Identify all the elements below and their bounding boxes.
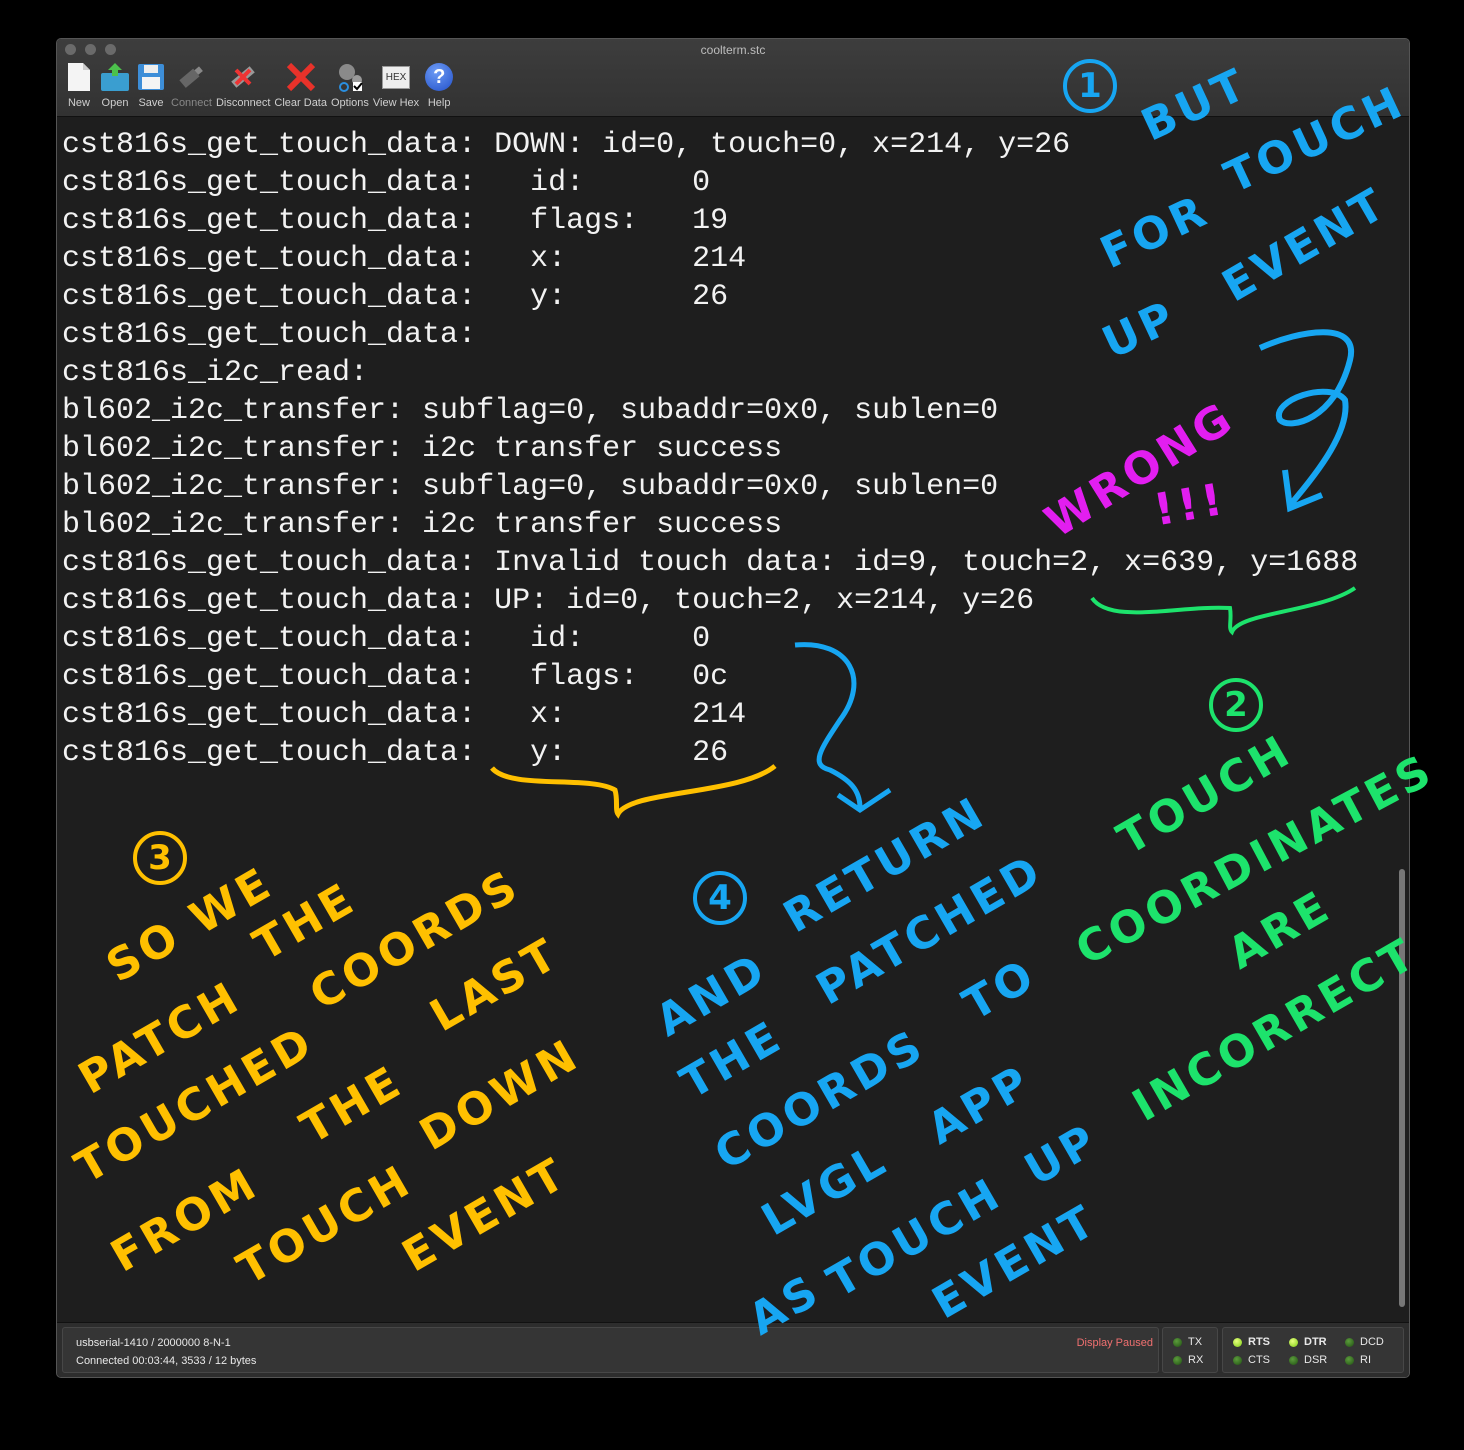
red-x-icon [286,61,316,93]
disconnect-button[interactable]: Disconnect [216,61,270,109]
new-file-icon [64,61,94,93]
dsr-led: DSR [1289,1354,1327,1366]
status-bar: usbserial-1410 / 2000000 8-N-1 Connected… [57,1322,1409,1377]
save-label: Save [138,97,164,109]
usb-plug-icon [176,61,206,93]
dcd-led: DCD [1345,1336,1384,1348]
options-label: Options [330,97,369,109]
terminal-line: cst816s_get_touch_data: x: 214 [62,698,747,732]
port-settings: usbserial-1410 / 2000000 8-N-1 [76,1337,231,1349]
open-label: Open [101,97,129,109]
ri-led: RI [1345,1354,1371,1366]
window-title: coolterm.stc [700,43,766,57]
vertical-scrollbar[interactable] [1395,117,1409,1321]
connect-button[interactable]: Connect [171,61,212,109]
terminal-line: cst816s_i2c_read: [62,356,369,390]
annotation-step-number: 1 [1063,59,1117,113]
clear-data-label: Clear Data [274,97,327,109]
terminal-line: cst816s_get_touch_data: id: 0 [62,622,711,656]
display-paused-indicator[interactable]: Display Paused [1077,1337,1153,1349]
help-button[interactable]: ? Help [423,61,455,109]
terminal-line: cst816s_get_touch_data: id: 0 [62,166,711,200]
gears-icon [335,61,365,93]
open-folder-icon [100,61,130,93]
rts-led[interactable]: RTS [1233,1336,1270,1348]
terminal-line: cst816s_get_touch_data: y: 26 [62,736,729,770]
help-icon: ? [424,61,454,93]
help-label: Help [427,97,451,109]
dtr-led[interactable]: DTR [1289,1336,1327,1348]
cts-led: CTS [1233,1354,1270,1366]
connect-label: Connect [171,97,212,109]
rx-led: RX [1173,1354,1203,1366]
terminal-line: cst816s_get_touch_data: flags: 0c [62,660,729,694]
view-hex-button[interactable]: HEX View Hex [373,61,419,109]
annotation-step-number: 3 [133,831,187,885]
view-hex-label: View Hex [372,97,420,109]
connection-info: usbserial-1410 / 2000000 8-N-1 Connected… [62,1327,1159,1373]
toolbar: New Open Save Connect Disconnect Clear D… [63,61,459,109]
annotation-step-number: 2 [1209,678,1263,732]
hex-icon-text: HEX [381,65,411,89]
tx-led: TX [1173,1336,1202,1348]
annotation-step-number: 4 [693,871,747,925]
terminal-line: cst816s_get_touch_data: Invalid touch da… [62,546,1359,580]
connection-status: Connected 00:03:44, 3533 / 12 bytes [76,1355,257,1367]
disconnect-label: Disconnect [215,97,271,109]
help-icon-text: ? [425,63,454,91]
save-floppy-icon [136,61,166,93]
clear-data-button[interactable]: Clear Data [274,61,327,109]
open-button[interactable]: Open [99,61,131,109]
options-button[interactable]: Options [331,61,369,109]
disconnect-icon [228,61,258,93]
new-button[interactable]: New [63,61,95,109]
line-leds: RTS CTS DTR DSR DCD RI [1222,1327,1404,1373]
save-button[interactable]: Save [135,61,167,109]
terminal-line: cst816s_get_touch_data: UP: id=0, touch=… [62,584,1035,618]
hex-icon: HEX [381,61,411,93]
new-label: New [67,97,90,109]
txrx-leds: TX RX [1162,1327,1218,1373]
